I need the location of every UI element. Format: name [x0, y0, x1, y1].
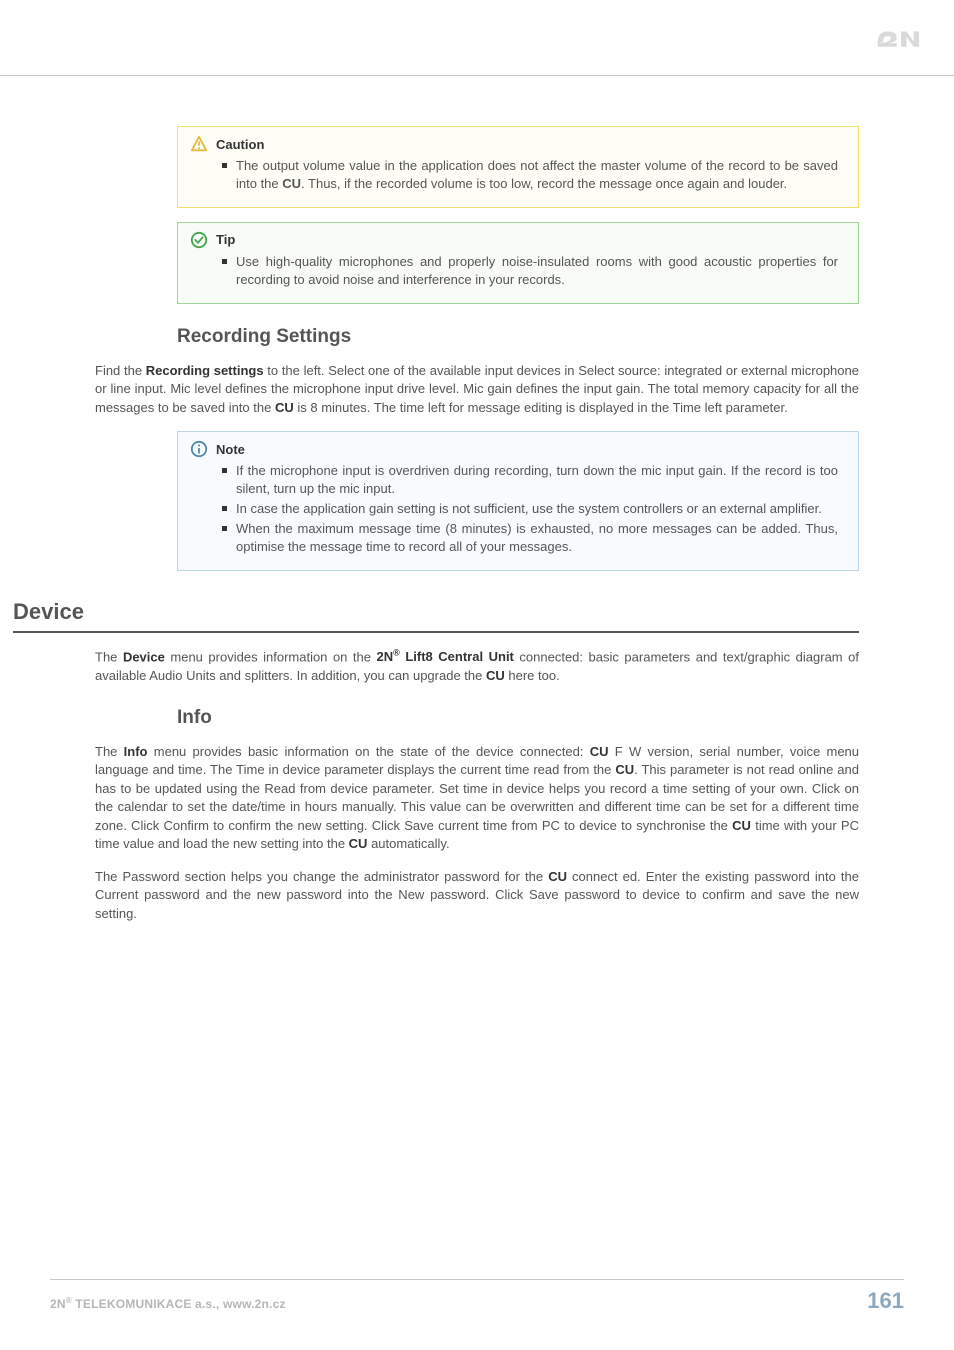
heading-info: Info [177, 707, 859, 729]
paragraph: The Device menu provides information on … [95, 647, 859, 685]
callout-title: Note [216, 442, 245, 457]
footer-rule [50, 1279, 904, 1280]
list-item: The output volume value in the applicati… [222, 157, 838, 193]
list-item: Use high-quality microphones and properl… [222, 253, 838, 289]
tip-icon [190, 231, 208, 249]
heading-recording-settings: Recording Settings [177, 326, 859, 348]
callout-caution: Caution The output volume value in the a… [177, 126, 859, 208]
paragraph: Find the Recording settings to the left.… [95, 362, 859, 417]
list-item: In case the application gain setting is … [222, 500, 838, 518]
logo-2n-icon [875, 22, 920, 50]
footer-left: 2N® TELEKOMUNIKACE a.s., www.2n.cz [50, 1296, 286, 1311]
page-header [0, 0, 954, 76]
callout-body: The output volume value in the applicati… [178, 157, 858, 207]
callout-body: Use high-quality microphones and properl… [178, 253, 858, 303]
callout-body: If the microphone input is overdriven du… [178, 462, 858, 570]
page-footer: 2N® TELEKOMUNIKACE a.s., www.2n.cz 161 [0, 1279, 954, 1314]
callout-note: Note If the microphone input is overdriv… [177, 431, 859, 571]
callout-title: Tip [216, 232, 235, 247]
callout-title: Caution [216, 137, 264, 152]
paragraph: The Password section helps you change th… [95, 868, 859, 923]
page-number: 161 [867, 1288, 904, 1314]
paragraph: The Info menu provides basic information… [95, 743, 859, 854]
heading-rule [13, 631, 859, 633]
list-item: If the microphone input is overdriven du… [222, 462, 838, 498]
footer-company: TELEKOMUNIKACE a.s., www.2n.cz [72, 1297, 286, 1311]
footer-brand: 2N [50, 1297, 66, 1311]
caution-icon [190, 135, 208, 153]
callout-tip: Tip Use high-quality microphones and pro… [177, 222, 859, 304]
heading-device: Device [13, 599, 859, 625]
list-item: When the maximum message time (8 minutes… [222, 520, 838, 556]
note-icon [190, 440, 208, 458]
